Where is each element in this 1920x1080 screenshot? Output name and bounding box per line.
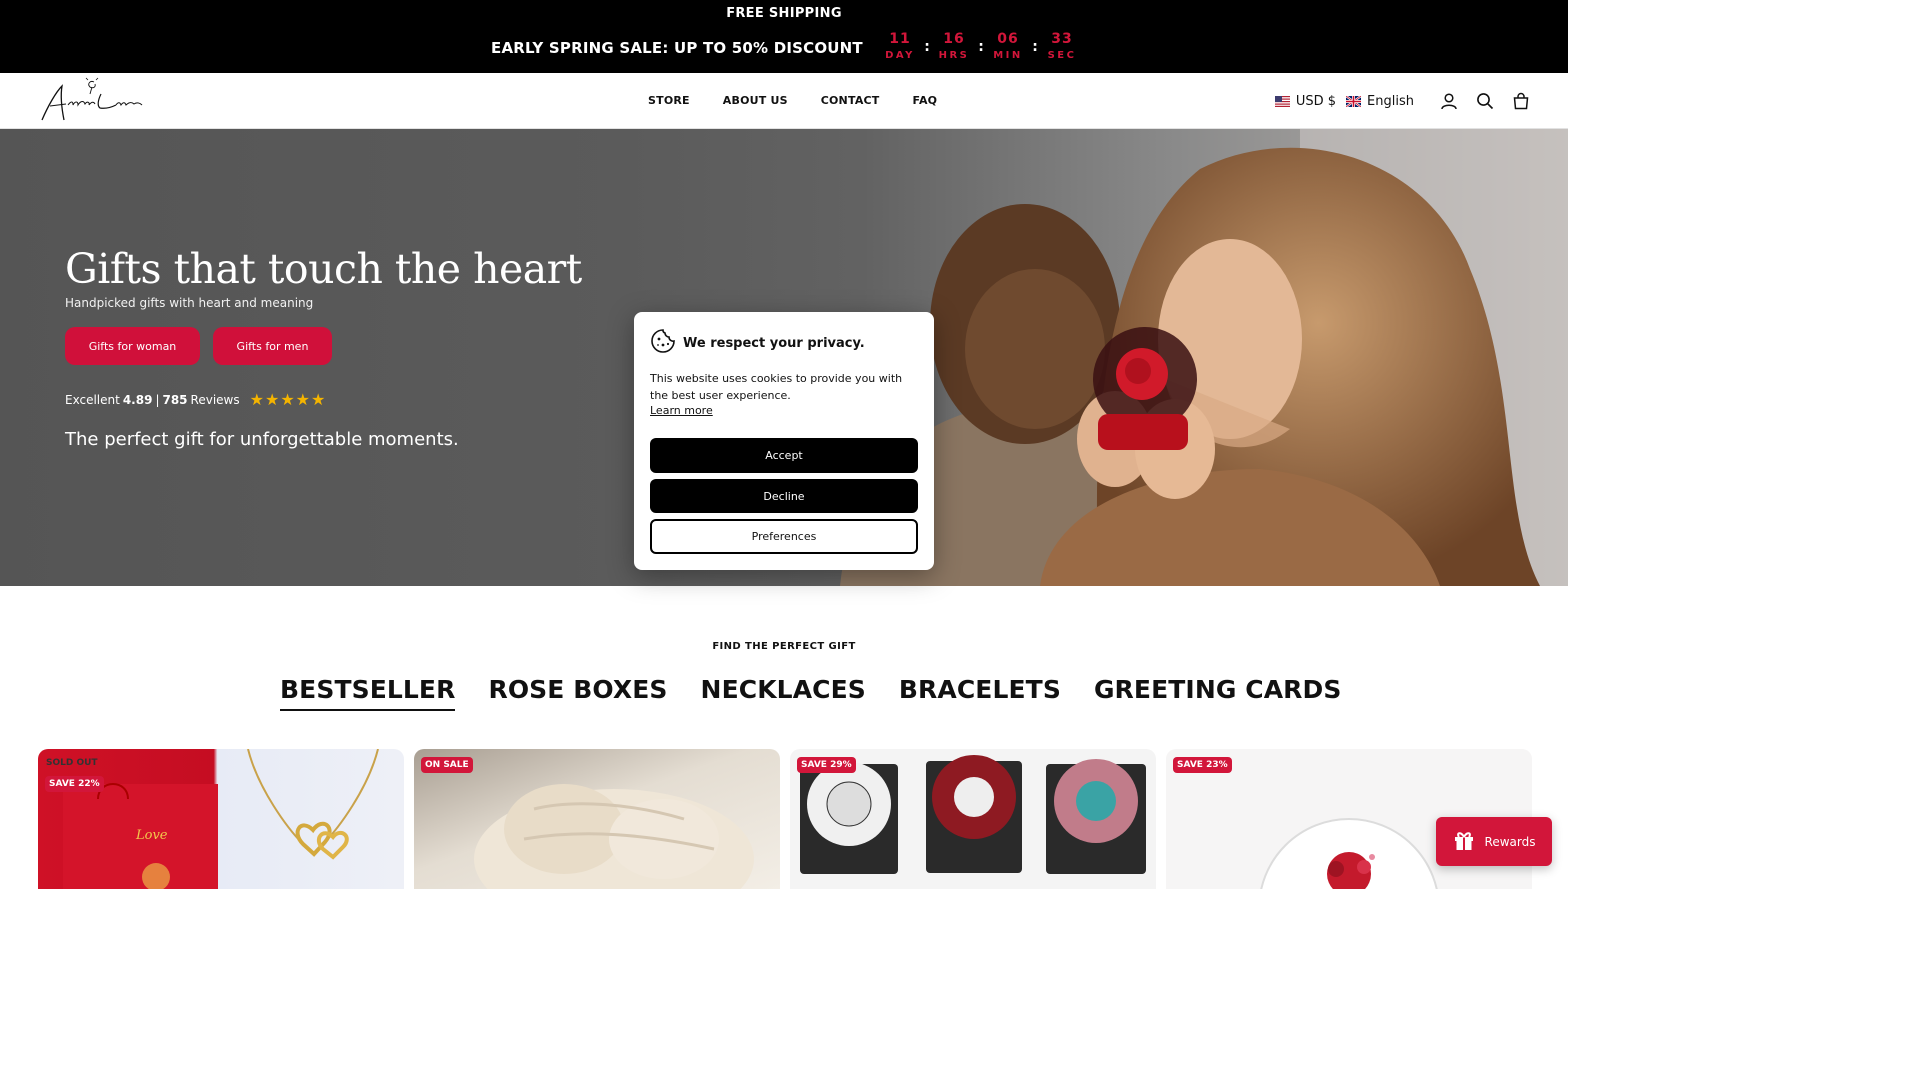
countdown-hours: 16 HRS (938, 31, 970, 61)
review-rating: Excellent 4.89 | 785 Reviews ★ ★ ★ ★ ★ (65, 390, 326, 409)
svg-text:Love: Love (135, 828, 168, 843)
rating-prefix: Excellent (65, 392, 120, 407)
preferences-button[interactable]: Preferences (650, 519, 918, 554)
hero-title: Gifts that touch the heart (65, 245, 582, 293)
sale-text: EARLY SPRING SALE: UP TO 50% DISCOUNT (491, 39, 863, 57)
category-tabs: BESTSELLER ROSE BOXES NECKLACES BRACELET… (280, 675, 1341, 711)
nav-store[interactable]: STORE (648, 94, 690, 107)
gift-icon (1453, 829, 1485, 854)
discount-badge: SAVE 22% (45, 776, 104, 792)
star-icon: ★ (249, 390, 264, 409)
rating-separator: | (155, 392, 160, 407)
product-card[interactable]: Love SOLD OUT SAVE 22% (38, 749, 404, 889)
gifts-for-woman-button[interactable]: Gifts for woman (65, 327, 200, 365)
hero-subtitle: Handpicked gifts with heart and meaning (65, 296, 314, 310)
cookie-consent-dialog: We respect your privacy. This website us… (634, 312, 934, 570)
star-icon: ★ (311, 390, 326, 409)
section-eyebrow: FIND THE PERFECT GIFT (712, 641, 856, 652)
countdown-timer: 11 DAY : 16 HRS : 06 MIN : 33 SEC (880, 31, 1082, 61)
cookie-title: We respect your privacy. (683, 335, 865, 351)
main-nav: STORE ABOUT US CONTACT FAQ (648, 94, 937, 107)
product-image: Love (63, 749, 379, 889)
currency-label: USD $ (1295, 93, 1337, 109)
star-icon: ★ (264, 390, 280, 409)
learn-more-link[interactable]: Learn more (650, 404, 713, 417)
nav-faq[interactable]: FAQ (913, 94, 938, 107)
countdown-separator: : (1032, 39, 1038, 55)
brand-logo[interactable] (38, 76, 148, 126)
language-selector[interactable]: English (1345, 93, 1414, 109)
header-utilities: USD $ English (1274, 90, 1532, 112)
discount-badge: SAVE 29% (797, 757, 856, 773)
cookie-text: This website uses cookies to provide you… (650, 372, 903, 402)
language-label: English (1367, 93, 1414, 109)
uk-flag-icon (1345, 94, 1362, 108)
tab-bestseller[interactable]: BESTSELLER (280, 675, 456, 711)
countdown-seconds: 33 SEC (1047, 31, 1077, 61)
product-grid: Love SOLD OUT SAVE 22% ON SALE SAVE 29% (38, 749, 1532, 889)
on-sale-badge: ON SALE (421, 757, 473, 773)
rewards-button[interactable]: Rewards (1436, 817, 1552, 866)
tab-rose-boxes[interactable]: ROSE BOXES (488, 675, 667, 711)
countdown-days: 11 DAY (885, 31, 915, 61)
rating-score: 4.89 (122, 392, 153, 407)
rewards-label: Rewards (1484, 834, 1536, 849)
hero-tagline: The perfect gift for unforgettable momen… (65, 429, 459, 450)
countdown-minutes: 06 MIN (993, 31, 1023, 61)
nav-contact[interactable]: CONTACT (821, 94, 880, 107)
us-flag-icon (1274, 95, 1290, 107)
decline-button[interactable]: Decline (650, 479, 918, 513)
account-icon[interactable] (1438, 90, 1460, 112)
tab-greeting-cards[interactable]: GREETING CARDS (1094, 675, 1342, 711)
star-rating: ★ ★ ★ ★ ★ (250, 390, 327, 409)
product-card[interactable]: ON SALE (414, 749, 780, 889)
discount-badge: SAVE 23% (1173, 757, 1232, 773)
star-icon: ★ (280, 390, 295, 409)
review-label: Reviews (190, 392, 240, 407)
accept-button[interactable]: Accept (650, 438, 918, 473)
nav-about-us[interactable]: ABOUT US (723, 94, 788, 107)
search-icon[interactable] (1474, 90, 1496, 112)
star-icon: ★ (295, 390, 310, 409)
countdown-separator: : (924, 39, 930, 55)
cookie-icon (650, 328, 676, 358)
review-count: 785 (162, 392, 188, 407)
gifts-for-men-button[interactable]: Gifts for men (213, 327, 332, 365)
tab-necklaces[interactable]: NECKLACES (701, 675, 866, 711)
cookie-header: We respect your privacy. (650, 328, 865, 358)
site-header: STORE ABOUT US CONTACT FAQ USD $ English (0, 73, 1568, 129)
currency-selector[interactable]: USD $ (1274, 93, 1337, 109)
free-shipping-text: FREE SHIPPING (726, 6, 842, 21)
product-card[interactable]: SAVE 29% (790, 749, 1156, 889)
announcement-bar: FREE SHIPPING EARLY SPRING SALE: UP TO 5… (0, 0, 1568, 73)
countdown-separator: : (978, 39, 984, 55)
cart-icon[interactable] (1510, 90, 1532, 112)
sold-out-badge: SOLD OUT (46, 758, 98, 768)
tab-bracelets[interactable]: BRACELETS (899, 675, 1061, 711)
